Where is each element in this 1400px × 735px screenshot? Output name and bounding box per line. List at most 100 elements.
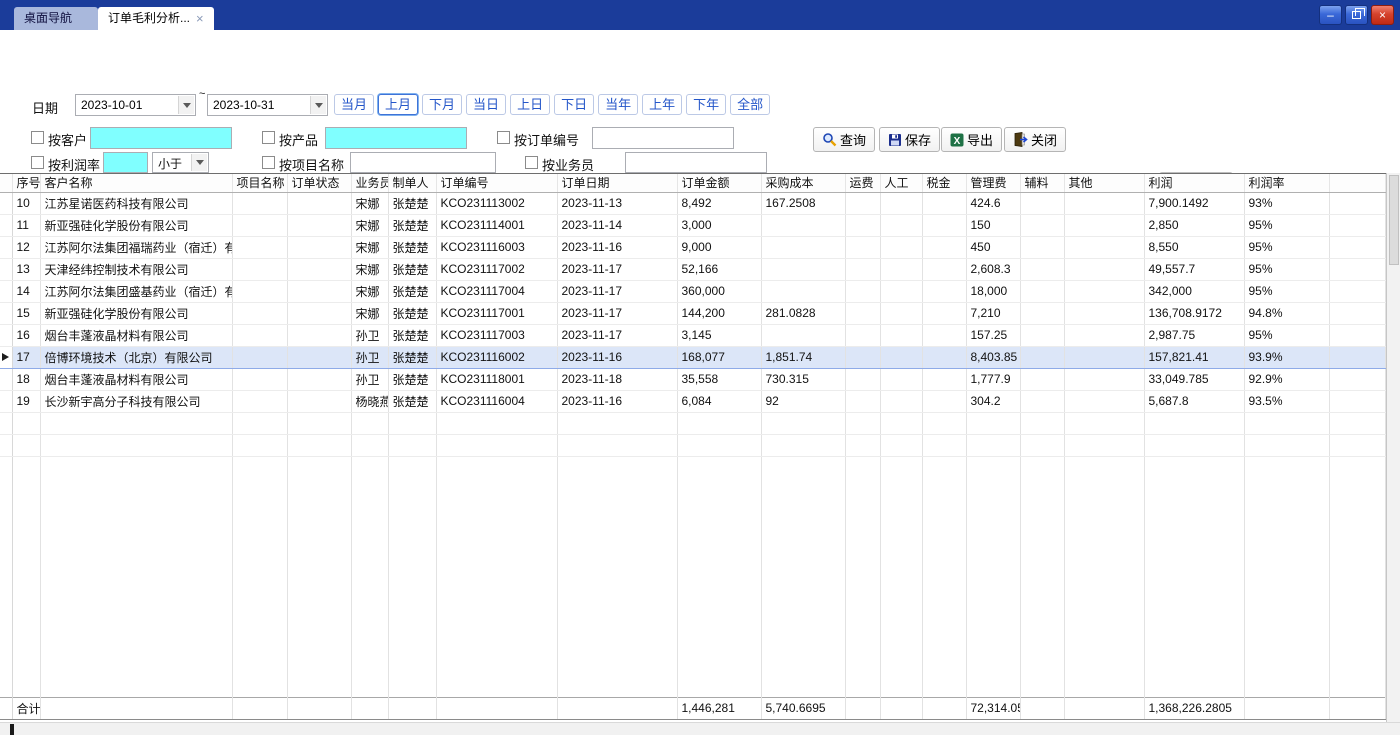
profit-rate-operator-dropdown-icon[interactable]: [191, 154, 207, 171]
project-filter-input[interactable]: [350, 152, 496, 173]
cell: [1064, 456, 1144, 697]
column-header[interactable]: 业务员: [351, 174, 388, 192]
horizontal-splitter-handle[interactable]: [10, 724, 14, 735]
column-header[interactable]: 其他: [1064, 174, 1144, 192]
cell: [1020, 456, 1064, 697]
cell: 150: [966, 214, 1020, 236]
table-row[interactable]: 10江苏星诺医药科技有限公司宋娜张楚楚KCO2311130022023-11-1…: [0, 192, 1386, 214]
profit-rate-operator-value: 小于: [158, 155, 182, 172]
column-header[interactable]: 利润: [1144, 174, 1244, 192]
table-row[interactable]: 14江苏阿尔法集团盛基药业（宿迁）有限公司宋娜张楚楚KCO23111700420…: [0, 280, 1386, 302]
column-header[interactable]: 订单金额: [677, 174, 761, 192]
column-header[interactable]: 辅料: [1020, 174, 1064, 192]
column-header[interactable]: 制单人: [388, 174, 436, 192]
by-profit-rate-checkbox[interactable]: [31, 156, 44, 169]
table-row[interactable]: 12江苏阿尔法集团福瑞药业（宿迁）有限公司宋娜张楚楚KCO23111600320…: [0, 236, 1386, 258]
cell: [761, 412, 845, 434]
vertical-scrollbar[interactable]: [1386, 173, 1400, 722]
table-row[interactable]: 16烟台丰蓬液晶材料有限公司孙卫张楚楚KCO2311170032023-11-1…: [0, 324, 1386, 346]
tab-order-profit-analysis[interactable]: 订单毛利分析... ×: [98, 7, 214, 30]
product-filter-input[interactable]: [325, 127, 467, 149]
by-order-no-checkbox[interactable]: [497, 131, 510, 144]
profit-rate-value-input[interactable]: [103, 152, 148, 173]
cell: 92: [761, 390, 845, 412]
column-header[interactable]: 客户名称: [40, 174, 232, 192]
column-header[interactable]: 订单日期: [557, 174, 677, 192]
table-row[interactable]: 19长沙新宇高分子科技有限公司杨晓燕张楚楚KCO2311160042023-11…: [0, 390, 1386, 412]
empty-row[interactable]: [0, 412, 1386, 434]
table-row[interactable]: 11新亚强硅化学股份有限公司宋娜张楚楚KCO2311140012023-11-1…: [0, 214, 1386, 236]
quick-date-button[interactable]: 上年: [642, 94, 682, 115]
column-header[interactable]: 人工: [880, 174, 922, 192]
quick-date-button[interactable]: 下月: [422, 94, 462, 115]
cell: [966, 412, 1020, 434]
save-button[interactable]: 保存: [879, 127, 940, 152]
cell: [232, 697, 287, 719]
quick-date-button[interactable]: 下年: [686, 94, 726, 115]
column-header[interactable]: 订单状态: [287, 174, 351, 192]
table-row[interactable]: 17倍博环境技术（北京）有限公司孙卫张楚楚KCO2311160022023-11…: [0, 346, 1386, 368]
cell: [845, 302, 880, 324]
tab-close-icon[interactable]: ×: [196, 12, 204, 25]
profit-rate-operator-select[interactable]: 小于: [152, 152, 209, 173]
query-button[interactable]: 查询: [813, 127, 875, 152]
date-to-dropdown-icon[interactable]: [310, 96, 326, 114]
close-window-button[interactable]: ×: [1371, 5, 1394, 25]
date-from-dropdown-icon[interactable]: [178, 96, 194, 114]
cell: [922, 434, 966, 456]
quick-date-button[interactable]: 全部: [730, 94, 770, 115]
quick-date-button[interactable]: 当月: [334, 94, 374, 115]
minimize-button[interactable]: –: [1319, 5, 1342, 25]
excel-export-icon: X: [950, 133, 964, 147]
cell: [287, 412, 351, 434]
cell: 张楚楚: [388, 324, 436, 346]
column-header[interactable]: 订单编号: [436, 174, 557, 192]
cell: 730.315: [761, 368, 845, 390]
cell: [40, 412, 232, 434]
export-button[interactable]: X 导出: [941, 127, 1002, 152]
close-button[interactable]: 关闭: [1004, 127, 1066, 152]
filter-form: 日期 ~ 当月 上月 下月 当日 上日 下日 当年 上年 下年 全部 按客户 按…: [0, 30, 1400, 173]
table-row[interactable]: 13天津经纬控制技术有限公司宋娜张楚楚KCO2311170022023-11-1…: [0, 258, 1386, 280]
quick-date-button[interactable]: 上日: [510, 94, 550, 115]
table-row[interactable]: 15新亚强硅化学股份有限公司宋娜张楚楚KCO2311170012023-11-1…: [0, 302, 1386, 324]
by-order-no-label: 按订单编号: [514, 130, 579, 149]
column-header[interactable]: 管理费: [966, 174, 1020, 192]
horizontal-scrollbar[interactable]: [0, 722, 1400, 735]
cell: [845, 412, 880, 434]
column-header[interactable]: 序号: [12, 174, 40, 192]
quick-date-button[interactable]: 当年: [598, 94, 638, 115]
cell: KCO231118001: [436, 368, 557, 390]
row-gutter: [0, 236, 12, 258]
quick-date-button[interactable]: 当日: [466, 94, 506, 115]
cell: 2023-11-16: [557, 346, 677, 368]
vertical-scrollbar-thumb[interactable]: [1389, 175, 1399, 265]
quick-date-button[interactable]: 下日: [554, 94, 594, 115]
column-header[interactable]: 采购成本: [761, 174, 845, 192]
column-header[interactable]: 税金: [922, 174, 966, 192]
table-row[interactable]: 18烟台丰蓬液晶材料有限公司孙卫张楚楚KCO2311180012023-11-1…: [0, 368, 1386, 390]
by-project-checkbox[interactable]: [262, 156, 275, 169]
by-product-checkbox[interactable]: [262, 131, 275, 144]
cell: [232, 368, 287, 390]
empty-row[interactable]: [0, 434, 1386, 456]
customer-filter-input[interactable]: [90, 127, 232, 149]
order-no-filter-input[interactable]: [592, 127, 734, 149]
export-button-label: 导出: [967, 130, 993, 149]
search-icon: [822, 132, 837, 147]
grid-filler-row[interactable]: [0, 456, 1386, 697]
cell: [436, 697, 557, 719]
total-row[interactable]: 合计1,446,2815,740.669572,314.051,368,226.…: [0, 697, 1386, 719]
column-header[interactable]: 利润率: [1244, 174, 1329, 192]
quick-date-button[interactable]: 上月: [378, 94, 418, 115]
row-gutter: [0, 697, 12, 719]
by-salesman-checkbox[interactable]: [525, 156, 538, 169]
restore-button[interactable]: [1345, 5, 1368, 25]
tab-desktop-navigation-label: 桌面导航: [24, 11, 72, 25]
by-customer-checkbox[interactable]: [31, 131, 44, 144]
column-header[interactable]: 运费: [845, 174, 880, 192]
tab-desktop-navigation[interactable]: 桌面导航: [14, 7, 98, 30]
column-header[interactable]: 项目名称: [232, 174, 287, 192]
salesman-filter-input[interactable]: [625, 152, 767, 173]
cell: KCO231117004: [436, 280, 557, 302]
